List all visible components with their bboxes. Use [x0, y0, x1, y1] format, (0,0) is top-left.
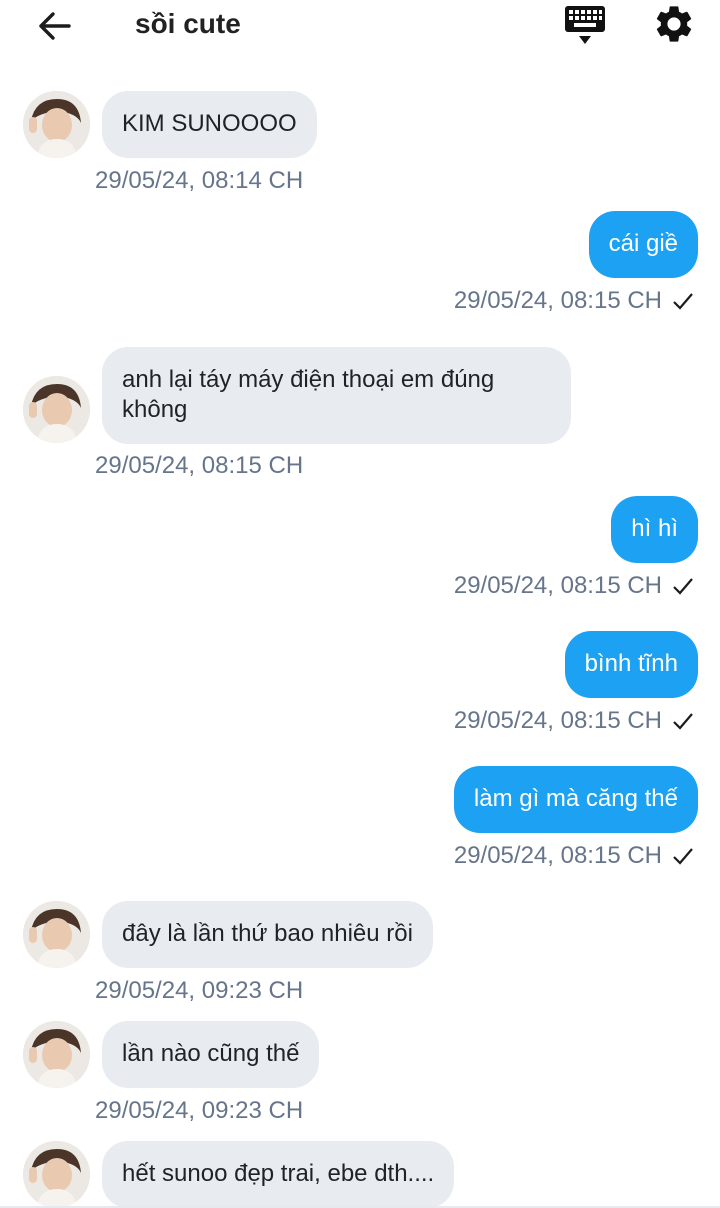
- keyboard-button[interactable]: [563, 4, 607, 46]
- message-timestamp: 29/05/24, 08:15 CH: [453, 287, 662, 314]
- settings-button[interactable]: [652, 2, 696, 46]
- avatar[interactable]: [23, 901, 90, 968]
- avatar-photo-icon: [23, 1141, 90, 1208]
- avatar[interactable]: [23, 1141, 90, 1208]
- message-bubble-incoming[interactable]: KIM SUNOOOO: [102, 91, 317, 158]
- sent-check-icon: [673, 848, 693, 865]
- message-bubble-incoming[interactable]: lần nào cũng thế: [102, 1021, 320, 1088]
- sent-check-icon: [673, 713, 693, 730]
- chat-title: sồi cute: [135, 8, 241, 39]
- sent-check-icon: [673, 578, 693, 595]
- avatar[interactable]: [23, 376, 90, 443]
- chat-header: sồi cute: [0, 0, 720, 52]
- message-timestamp: 29/05/24, 09:23 CH: [95, 1097, 304, 1124]
- message-timestamp: 29/05/24, 08:15 CH: [95, 452, 304, 479]
- message-timestamp: 29/05/24, 08:15 CH: [453, 707, 662, 734]
- message-bubble-incoming[interactable]: hết sunoo đẹp trai, ebe dth....: [102, 1141, 455, 1208]
- message-bubble-incoming[interactable]: anh lại táy máy điện thoại em đúng không: [102, 347, 571, 444]
- message-bubble-outgoing[interactable]: hì hì: [611, 496, 698, 563]
- avatar[interactable]: [23, 1021, 90, 1088]
- keyboard-icon: [565, 6, 605, 44]
- avatar[interactable]: [23, 91, 90, 158]
- avatar-photo-icon: [23, 376, 90, 443]
- avatar-photo-icon: [23, 91, 90, 158]
- gear-icon: [656, 6, 692, 42]
- arrow-left-icon: [39, 12, 71, 40]
- message-timestamp: 29/05/24, 08:15 CH: [453, 842, 662, 869]
- message-timestamp: 29/05/24, 08:14 CH: [95, 167, 304, 194]
- message-bubble-outgoing[interactable]: bình tĩnh: [564, 631, 698, 698]
- back-button[interactable]: [34, 6, 74, 46]
- avatar-photo-icon: [23, 901, 90, 968]
- message-bubble-outgoing[interactable]: cái giề: [588, 211, 698, 278]
- sent-check-icon: [673, 293, 693, 310]
- message-timestamp: 29/05/24, 08:15 CH: [453, 572, 662, 599]
- message-timestamp: 29/05/24, 09:23 CH: [95, 977, 304, 1004]
- message-bubble-outgoing[interactable]: làm gì mà căng thế: [453, 766, 698, 833]
- avatar-photo-icon: [23, 1021, 90, 1088]
- message-bubble-incoming[interactable]: đây là lần thứ bao nhiêu rồi: [102, 901, 433, 968]
